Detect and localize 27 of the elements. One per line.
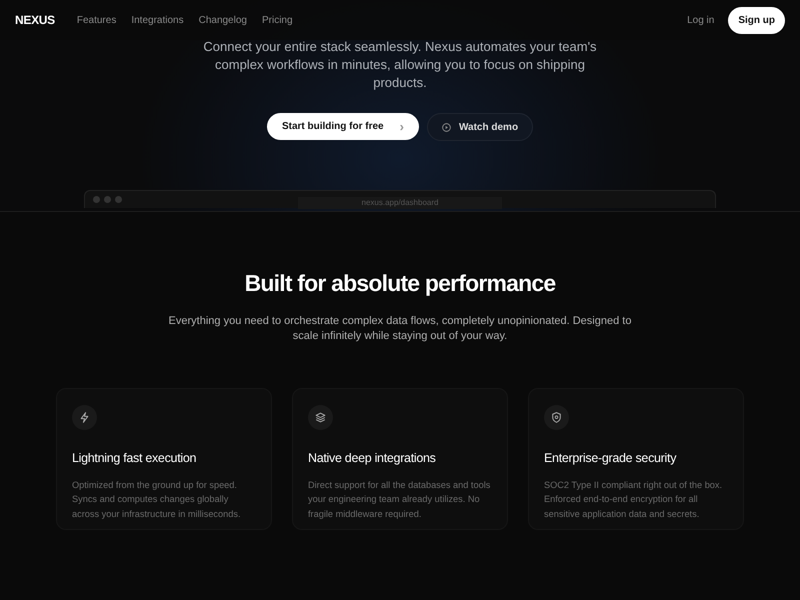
watch-demo-button[interactable]: Watch demo [426,113,534,141]
start-button[interactable]: Start building for free › [266,113,419,140]
chevron-icon: › [400,116,404,136]
hero-description-line: Connect your entire stack seamlessly. Nexus automates your team's [202,38,598,56]
hero-description-line: products. [372,74,428,92]
feature-description: Direct support for all the databases and tools your engineering team already utilizes. No fragile middleware required. [308,478,492,521]
shield-icon [544,404,569,430]
window-dots-icon [93,196,122,203]
feature-description: SOC2 Type II compliant right out of the box. Enforced end-to-end encryption for all sensitive application data and secrets. [544,478,724,521]
nav-link-item[interactable]: Changelog [198,12,247,28]
signup-button[interactable]: Sign up [728,6,785,34]
brand-logo[interactable]: NEXUS [15,11,55,29]
layers-icon [308,404,333,430]
hero-description-line: complex workflows in minutes, allowing you to focus on shipping [214,56,586,74]
nav-link-item[interactable]: Features [76,12,116,28]
nav-link-item[interactable]: Pricing [262,12,293,28]
lightning-icon [72,404,97,430]
section-subtitle: Everything you need to orchestrate complex data flows, completely unopinionated. Designed to scale infinitely while staying out of your way. [168,314,632,344]
play-circle-icon [442,122,451,132]
feature-description: Optimized from the ground up for speed. Syncs and computes changes globally across your infrastructure in milliseconds. [72,478,242,521]
login-link[interactable]: Log in [687,12,714,28]
feature-title: Native deep integrations [308,450,437,466]
feature-title: Lightning fast execution [72,450,198,466]
section-title: Built for absolute performance [244,270,556,298]
nav-link-item[interactable]: Integrations [131,12,184,28]
feature-title: Enterprise-grade security [544,450,678,466]
url-bar: nexus.app/dashboard [298,197,502,209]
